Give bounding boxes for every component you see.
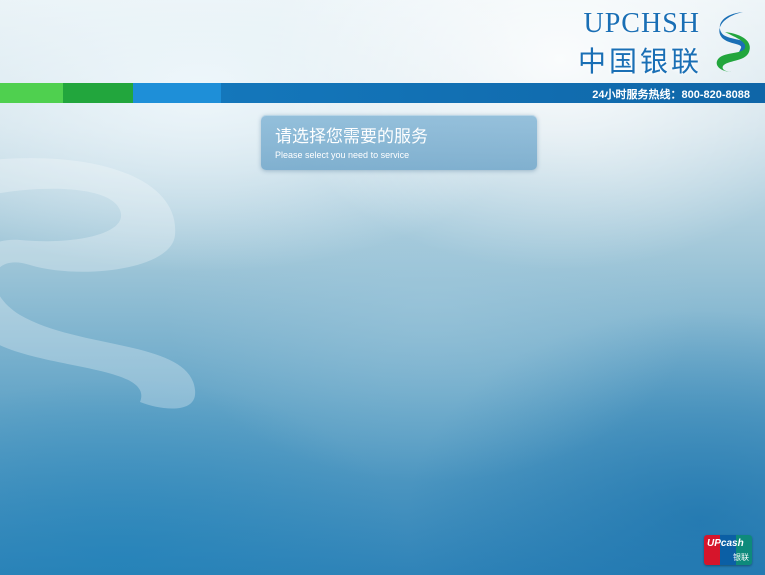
upcash-badge-cn: 银联: [733, 553, 749, 562]
prompt-title: 请选择您需要的服务: [275, 127, 428, 147]
header: UPCHSH 中国银联 24小时服务热线：800-820-8088: [0, 0, 765, 103]
service-hotline: 24小时服务热线：800-820-8088: [592, 89, 750, 101]
swirl-logo-icon: [716, 12, 750, 72]
prompt-subtitle: Please select you need to service: [275, 150, 410, 160]
upcash-badge: UPcash 银联: [704, 535, 752, 565]
brand-name-en: UPCHSH: [583, 8, 700, 39]
swirl-watermark-icon: [0, 158, 196, 409]
brand-name-cn: 中国银联: [577, 45, 702, 78]
service-selection-prompt: 请选择您需要的服务 Please select you need to serv…: [261, 115, 537, 170]
upcash-badge-text: UPcash: [707, 538, 744, 549]
